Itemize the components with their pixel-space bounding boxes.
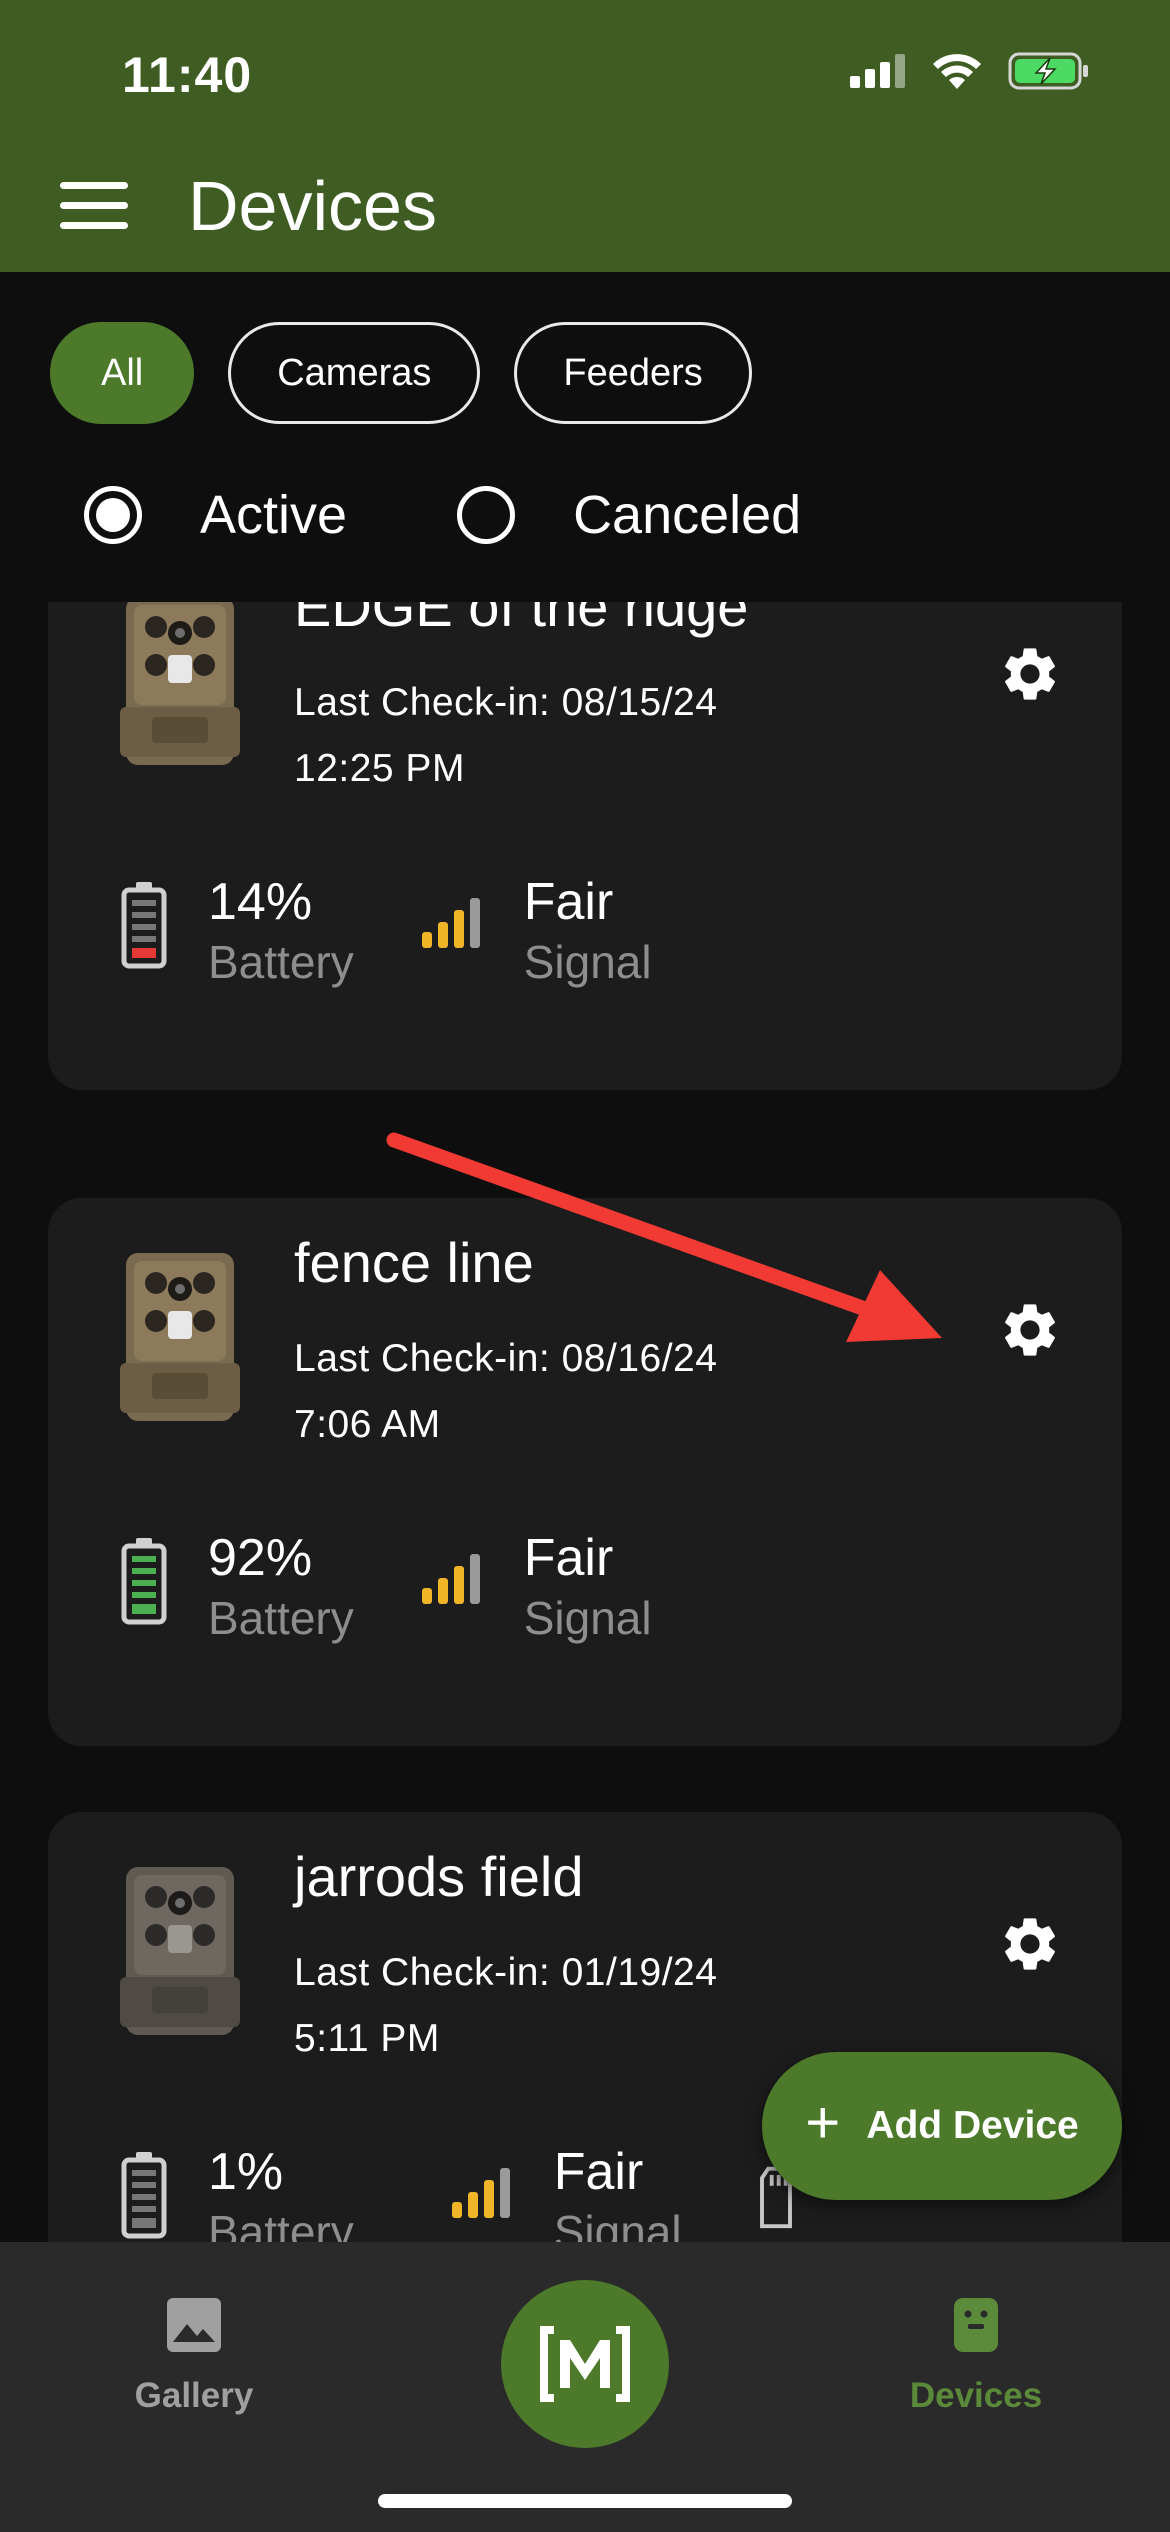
battery-charging-icon [1008,52,1088,90]
radio-unselected-icon [457,486,516,544]
status-icons [850,52,1090,90]
last-checkin: Last Check-in: 01/19/24 5:11 PM [294,1940,854,2072]
signal-stat: Fair Signal [420,872,652,992]
battery-value: 14% [208,873,313,931]
gear-icon[interactable] [998,642,1062,706]
device-stats: 14% Battery Fair Signal [120,872,652,992]
radio-canceled-label: Canceled [573,485,802,545]
signal-label: Signal [553,2206,682,2242]
status-time: 11:40 [122,47,253,103]
nav-devices[interactable]: Devices [876,2296,1076,2416]
hamburger-menu-icon[interactable] [60,182,128,230]
last-checkin-date: Last Check-in: 01/19/24 [294,1951,718,1994]
app-header: 11:40 Devices [0,0,1170,272]
plus-icon: + [805,2089,841,2156]
battery-empty-icon [121,2152,167,2239]
last-checkin: Last Check-in: 08/16/24 7:06 AM [294,1326,854,1458]
last-checkin-time: 12:25 PM [294,747,465,790]
trail-camera-image [120,1253,240,1421]
battery-stat: 14% Battery [120,872,354,992]
nav-devices-label: Devices [909,2376,1043,2415]
battery-label: Battery [208,936,354,988]
battery-label: Battery [208,2206,354,2242]
battery-value: 1% [208,2143,284,2201]
last-checkin: Last Check-in: 08/15/24 12:25 PM [294,670,854,802]
battery-value: 92% [208,1529,313,1587]
device-list[interactable]: EDGE of the ridge Last Check-in: 08/15/2… [0,602,1170,2242]
signal-bars-icon [451,2168,510,2218]
signal-bars-icon [421,1554,480,1604]
radio-active-label: Active [200,485,348,545]
device-name: fence line [294,1231,534,1294]
add-device-button[interactable]: + Add Device [762,2052,1122,2200]
signal-bars-icon [421,898,480,948]
last-checkin-time: 5:11 PM [294,2017,440,2060]
home-indicator [378,2494,792,2508]
trail-camera-image [120,602,240,765]
chip-all[interactable]: All [50,322,195,424]
gear-icon[interactable] [998,1298,1062,1362]
signal-value: Fair [553,2143,644,2201]
battery-label: Battery [208,1592,354,1644]
chip-cameras[interactable]: Cameras [228,322,481,424]
signal-stat: Fair Signal [450,2142,682,2242]
last-checkin-date: Last Check-in: 08/16/24 [294,1337,718,1380]
add-device-label: Add Device [866,2104,1079,2147]
device-camera-icon [954,2298,998,2352]
last-checkin-date: Last Check-in: 08/15/24 [294,681,718,724]
device-stats: 92% Battery Fair Signal [120,1528,652,1648]
trail-camera-image [120,1867,240,2035]
gear-icon[interactable] [998,1912,1062,1976]
signal-value: Fair [523,1529,614,1587]
nav-gallery[interactable]: Gallery [94,2296,294,2416]
signal-label: Signal [523,1592,652,1644]
battery-full-icon [121,1538,167,1625]
status-radio-group: Active Canceled [84,484,801,546]
signal-stat: Fair Signal [420,1528,652,1648]
battery-stat: 92% Battery [120,1528,354,1648]
battery-low-icon [121,882,167,969]
nav-gallery-label: Gallery [134,2376,254,2415]
chip-feeders[interactable]: Feeders [514,322,752,424]
device-card[interactable]: fence line Last Check-in: 08/16/24 7:06 … [48,1198,1122,1746]
m-logo-icon [540,2326,630,2402]
device-card[interactable]: EDGE of the ridge Last Check-in: 08/15/2… [48,602,1122,1090]
signal-value: Fair [523,873,614,931]
cellular-signal-icon [850,54,905,88]
radio-active[interactable]: Active [84,484,347,546]
last-checkin-time: 7:06 AM [294,1403,441,1446]
device-name: EDGE of the ridge [294,602,749,638]
battery-stat: 1% Battery [120,2142,354,2242]
nav-home-logo[interactable] [501,2280,669,2448]
gallery-icon [167,2298,221,2352]
radio-selected-icon [84,486,142,544]
radio-canceled[interactable]: Canceled [457,484,801,546]
page-title: Devices [188,167,437,245]
filter-chips: All Cameras Feeders [50,322,752,424]
bottom-navigation: Gallery Devices [0,2242,1170,2532]
signal-label: Signal [523,936,652,988]
wifi-icon [933,54,981,89]
device-name: jarrods field [294,1845,584,1908]
